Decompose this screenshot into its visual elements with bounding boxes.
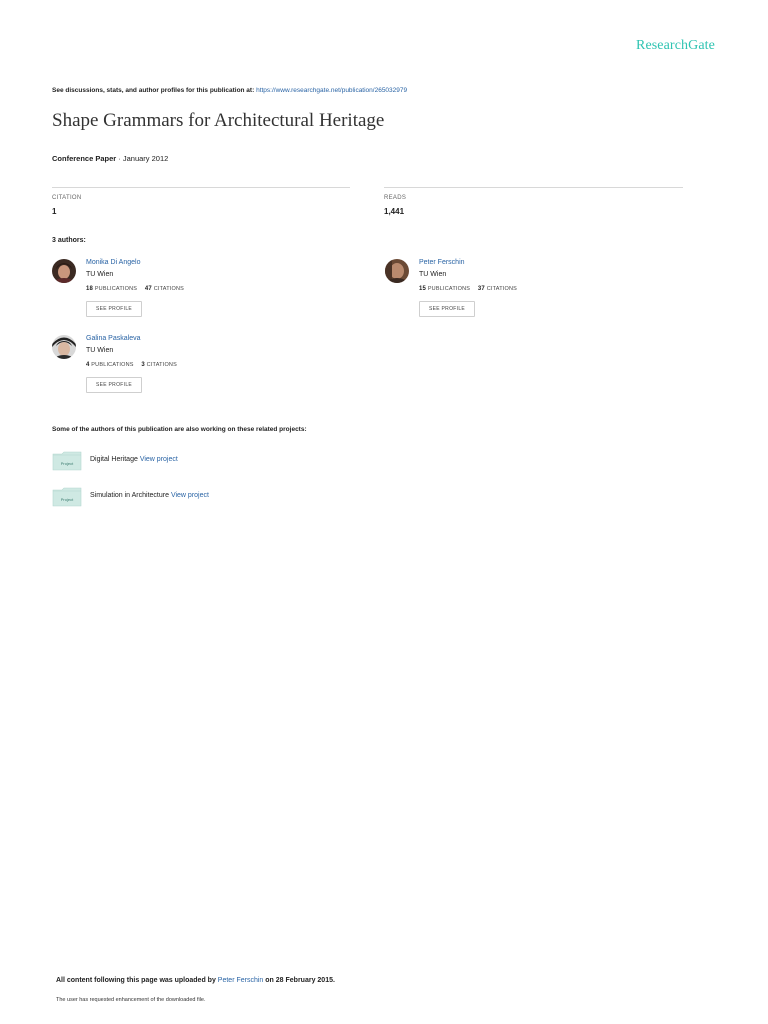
researchgate-logo[interactable]: ResearchGate [636, 38, 715, 54]
see-profile-button[interactable]: SEE PROFILE [86, 377, 142, 393]
author-card: Galina Paskaleva TU Wien 4 PUBLICATIONS … [52, 335, 312, 405]
author-name[interactable]: Galina Paskaleva [86, 335, 140, 342]
project-name: Simulation in Architecture [90, 492, 169, 499]
related-projects-heading: Some of the authors of this publication … [52, 426, 307, 433]
meta-separator: · [116, 154, 123, 163]
author-affiliation: TU Wien [86, 347, 114, 354]
author-stats: 18 PUBLICATIONS 47 CITATIONS [86, 286, 184, 292]
citation-count: 1 [52, 207, 57, 216]
citation-label: CITATION [52, 195, 82, 201]
author-stats: 4 PUBLICATIONS 3 CITATIONS [86, 362, 177, 368]
publications-label: PUBLICATIONS [94, 286, 138, 292]
upload-prefix: All content following this page was uplo… [56, 977, 216, 984]
citations-count: 47 [144, 286, 152, 292]
citations-label: CITATIONS [153, 286, 185, 292]
see-discussions-line: See discussions, stats, and author profi… [52, 87, 407, 94]
project-text: Digital Heritage View project [90, 456, 178, 463]
publications-label: PUBLICATIONS [427, 286, 471, 292]
view-project-link[interactable]: View project [140, 456, 178, 463]
publication-meta: Conference Paper · January 2012 [52, 154, 168, 163]
uploader-link[interactable]: Peter Ferschin [218, 977, 264, 984]
upload-notice: All content following this page was uplo… [56, 977, 335, 984]
publication-date: January 2012 [122, 154, 169, 163]
publication-url-link[interactable]: https://www.researchgate.net/publication… [256, 87, 407, 94]
upload-suffix: on 28 February 2015. [265, 977, 335, 984]
reads-divider [384, 187, 683, 188]
publication-title: Shape Grammars for Architectural Heritag… [52, 110, 385, 131]
project-folder-icon: Project [52, 451, 82, 471]
author-affiliation: TU Wien [86, 271, 114, 278]
author-name[interactable]: Peter Ferschin [419, 259, 465, 266]
author-name[interactable]: Monika Di Angelo [86, 259, 140, 266]
publication-type: Conference Paper [52, 154, 117, 163]
author-stats: 15 PUBLICATIONS 37 CITATIONS [419, 286, 517, 292]
author-card: Peter Ferschin TU Wien 15 PUBLICATIONS 3… [385, 259, 645, 329]
citations-count: 3 [141, 362, 145, 368]
avatar[interactable] [52, 335, 76, 359]
see-profile-button[interactable]: SEE PROFILE [419, 301, 475, 317]
citations-count: 37 [477, 286, 485, 292]
project-name: Digital Heritage [90, 456, 138, 463]
project-icon-label: Project [61, 497, 74, 502]
project-text: Simulation in Architecture View project [90, 492, 209, 499]
author-card: Monika Di Angelo TU Wien 18 PUBLICATIONS… [52, 259, 312, 329]
authors-heading: 3 authors: [52, 237, 86, 244]
citations-label: CITATIONS [486, 286, 518, 292]
reads-count: 1,441 [384, 207, 405, 216]
author-affiliation: TU Wien [419, 271, 447, 278]
view-project-link[interactable]: View project [171, 492, 209, 499]
project-folder-icon: Project [52, 487, 82, 507]
citation-divider [52, 187, 350, 188]
project-icon-label: Project [61, 461, 74, 466]
see-discussions-text: See discussions, stats, and author profi… [52, 87, 255, 94]
project-item: Project Simulation in Architecture View … [52, 487, 452, 509]
see-profile-button[interactable]: SEE PROFILE [86, 301, 142, 317]
project-item: Project Digital Heritage View project [52, 451, 452, 473]
avatar[interactable] [385, 259, 409, 283]
publications-count: 18 [86, 286, 94, 292]
citations-label: CITATIONS [146, 362, 177, 368]
publications-label: PUBLICATIONS [91, 362, 134, 368]
publications-count: 4 [86, 362, 90, 368]
reads-label: READS [384, 195, 407, 201]
enhancement-note: The user has requested enhancement of th… [56, 997, 206, 1003]
avatar[interactable] [52, 259, 76, 283]
publications-count: 15 [419, 286, 427, 292]
